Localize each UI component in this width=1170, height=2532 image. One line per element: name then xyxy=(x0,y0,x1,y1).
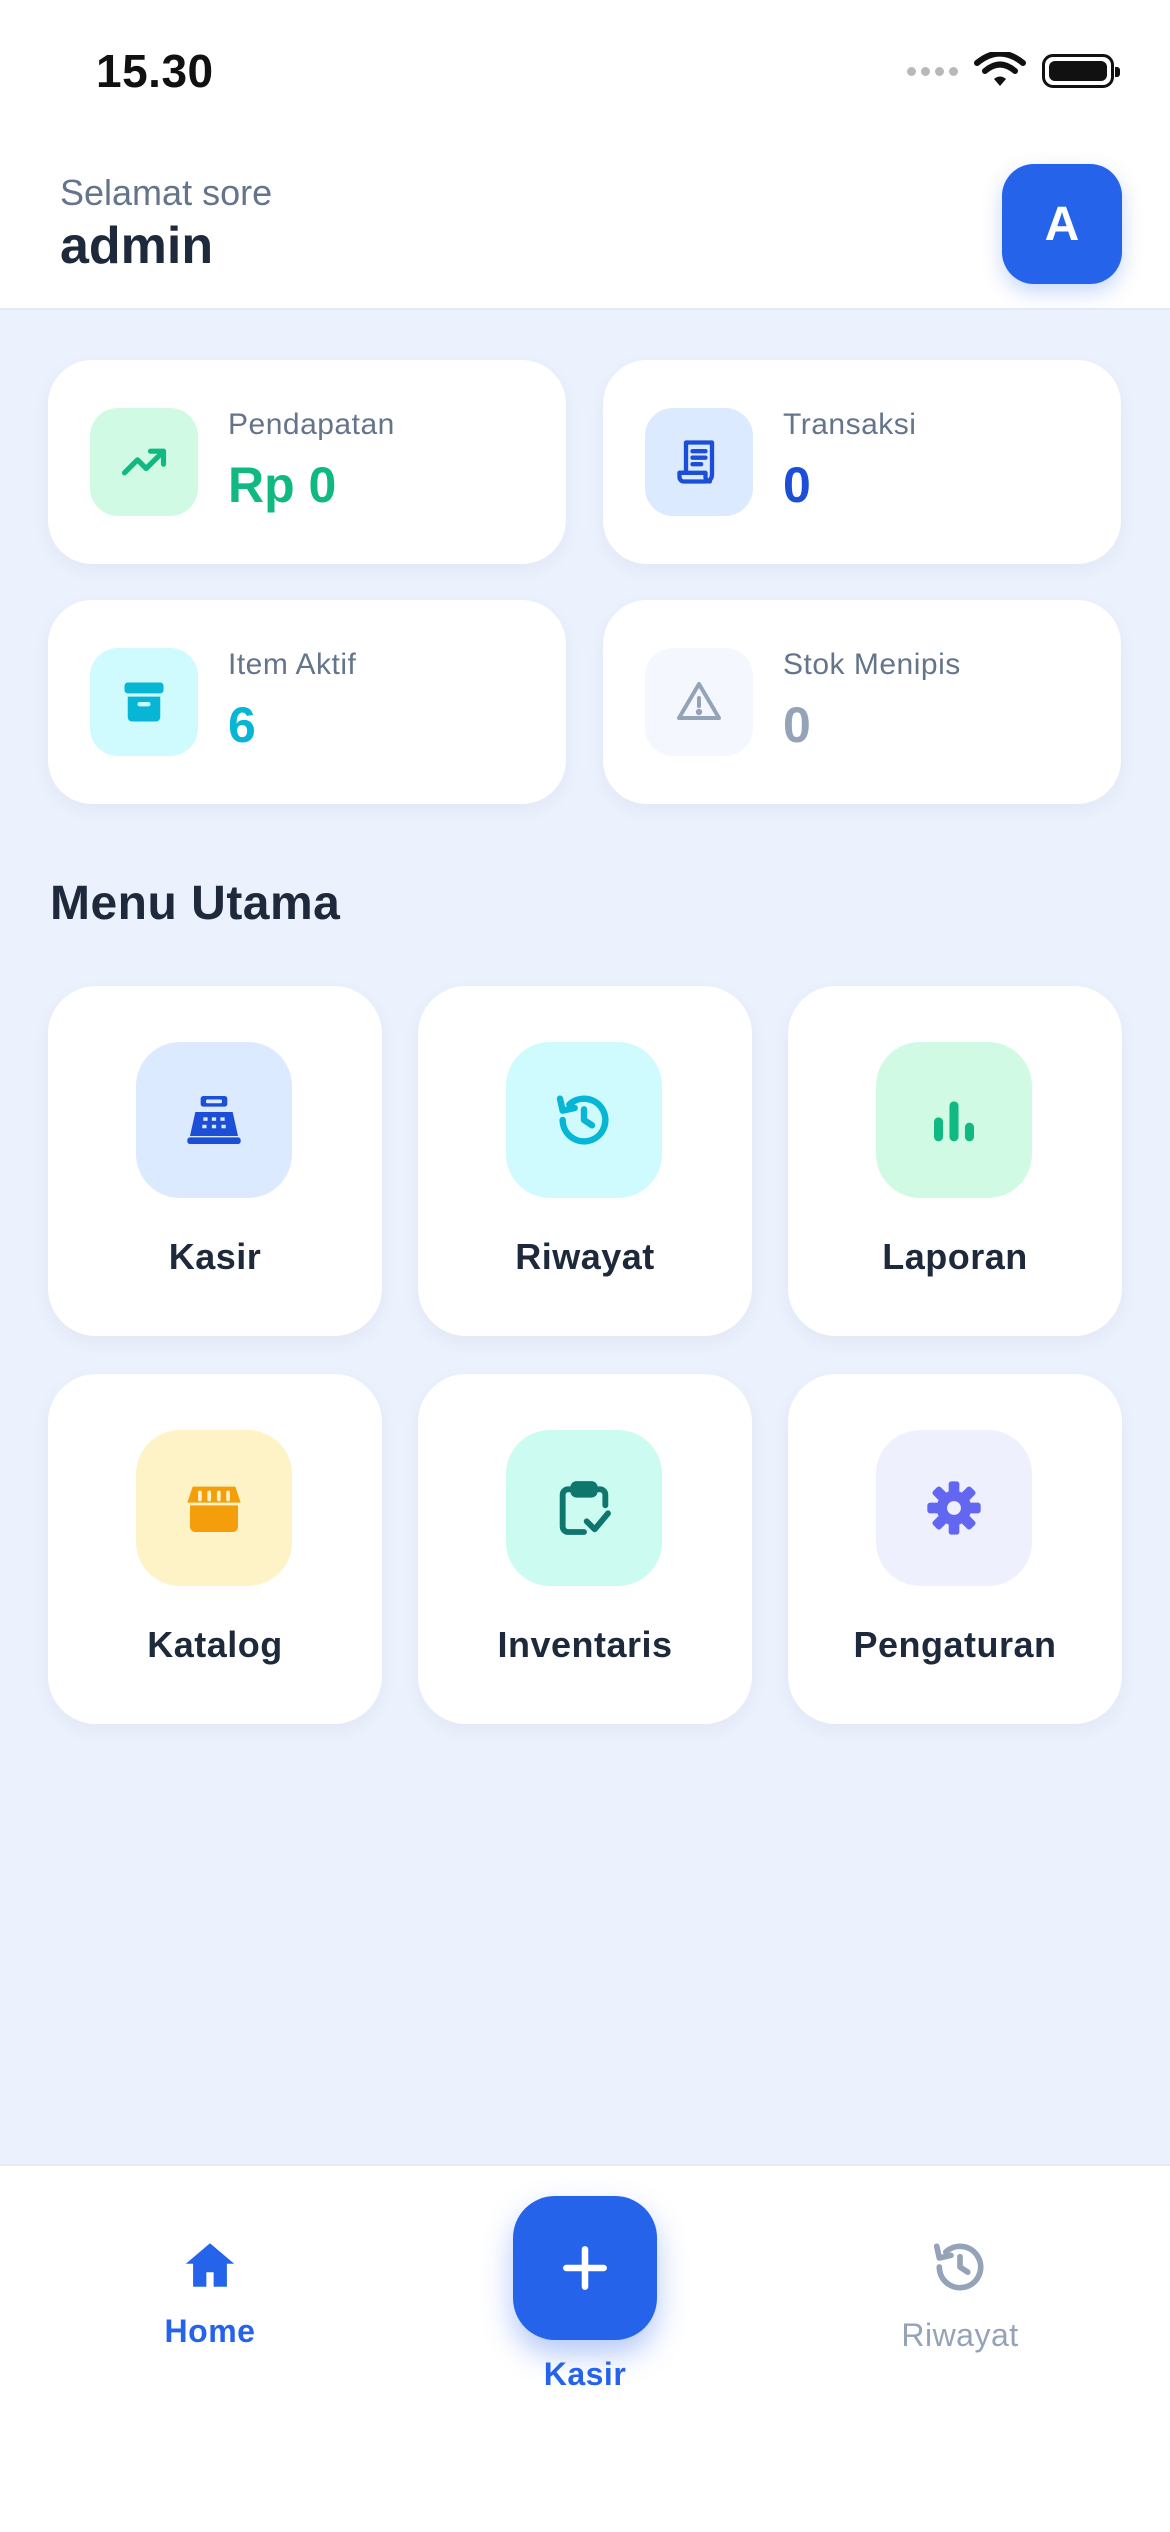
home-icon xyxy=(185,2243,235,2287)
stat-label: Pendapatan xyxy=(228,408,395,441)
username: admin xyxy=(60,217,214,275)
cash-register-icon xyxy=(136,1042,292,1198)
avatar[interactable]: A xyxy=(1002,164,1122,284)
receipt-icon xyxy=(645,408,753,516)
plus-icon xyxy=(563,2246,607,2290)
menu-item-label: Riwayat xyxy=(515,1236,655,1277)
stat-label: Transaksi xyxy=(783,408,917,441)
stat-card-transaksi: Transaksi 0 xyxy=(603,360,1121,564)
warning-icon xyxy=(645,648,753,756)
menu-item-label: Katalog xyxy=(147,1624,283,1665)
history-icon xyxy=(506,1042,662,1198)
stat-value: 6 xyxy=(228,697,256,753)
menu-item-label: Pengaturan xyxy=(853,1624,1057,1665)
stat-card-stok-menipis: Stok Menipis 0 xyxy=(603,600,1121,804)
dashboard-content: Pendapatan Rp 0 Transaksi 0 Item Aktif 6… xyxy=(0,310,1170,2164)
nav-item-home[interactable]: Home xyxy=(80,2236,340,2350)
signal-icon xyxy=(907,66,958,76)
gear-icon xyxy=(876,1430,1032,1586)
stat-label: Stok Menipis xyxy=(783,648,961,681)
status-bar: 15.30 xyxy=(0,0,1170,150)
stat-value: 0 xyxy=(783,457,811,513)
stat-value: Rp 0 xyxy=(228,457,337,513)
nav-item-riwayat[interactable]: Riwayat xyxy=(830,2236,1090,2354)
stat-card-item-aktif: Item Aktif 6 xyxy=(48,600,566,804)
nav-label: Home xyxy=(164,2313,256,2349)
fab-label: Kasir xyxy=(543,2356,627,2392)
menu-item-label: Inventaris xyxy=(497,1624,673,1665)
stat-value: 0 xyxy=(783,697,811,753)
menu-item-kasir[interactable]: Kasir xyxy=(48,986,382,1336)
menu-item-pengaturan[interactable]: Pengaturan xyxy=(788,1374,1122,1724)
menu-item-riwayat[interactable]: Riwayat xyxy=(418,986,752,1336)
app-screen: 15.30 Selamat sore admin A Pendapatan Rp… xyxy=(0,0,1170,2532)
bottom-nav: Home Kasir Riwayat xyxy=(0,2164,1170,2532)
menu-item-label: Laporan xyxy=(882,1236,1028,1277)
battery-icon xyxy=(1042,54,1120,88)
menu-item-label: Kasir xyxy=(168,1236,262,1277)
store-icon xyxy=(136,1430,292,1586)
status-time: 15.30 xyxy=(96,45,214,97)
stat-label: Item Aktif xyxy=(228,648,357,681)
menu-item-inventaris[interactable]: Inventaris xyxy=(418,1374,752,1724)
wifi-icon xyxy=(974,52,1026,86)
nav-label: Riwayat xyxy=(901,2317,1019,2353)
bar-chart-icon xyxy=(876,1042,1032,1198)
clipboard-check-icon xyxy=(506,1430,662,1586)
stat-card-pendapatan: Pendapatan Rp 0 xyxy=(48,360,566,564)
menu-item-katalog[interactable]: Katalog xyxy=(48,1374,382,1724)
history-icon xyxy=(933,2243,984,2291)
section-title: Menu Utama xyxy=(50,877,341,930)
greeting-text: Selamat sore xyxy=(60,172,273,213)
kasir-fab-button[interactable] xyxy=(513,2196,657,2340)
archive-box-icon xyxy=(90,648,198,756)
status-icons xyxy=(907,52,1120,90)
header: Selamat sore admin A xyxy=(0,150,1170,310)
menu-item-laporan[interactable]: Laporan xyxy=(788,986,1122,1336)
trending-up-icon xyxy=(90,408,198,516)
